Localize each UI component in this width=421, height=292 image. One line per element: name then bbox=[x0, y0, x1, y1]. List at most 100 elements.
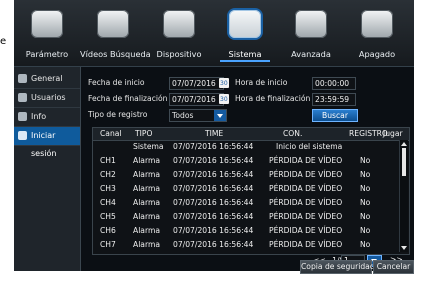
cell-time: 07/07/2016 16:56:44 bbox=[173, 170, 254, 179]
end-date-field[interactable]: 07/07/2016 bbox=[169, 93, 224, 106]
log-type-select[interactable]: Todos bbox=[169, 109, 227, 122]
cell-canal: CH7 bbox=[100, 240, 116, 249]
table-row[interactable]: CH2 Alarma 07/07/2016 16:56:44 PÉRDIDA D… bbox=[93, 168, 409, 182]
cell-tipo: Alarma bbox=[133, 184, 160, 193]
nav-dispositivo[interactable]: Dispositivo bbox=[146, 0, 212, 66]
table-row[interactable]: CH6 Alarma 07/07/2016 16:56:44 PÉRDIDA D… bbox=[93, 224, 409, 238]
cell-time: 07/07/2016 16:56:44 bbox=[173, 142, 254, 151]
cell-con: PÉRDIDA DE VÍDEO bbox=[269, 240, 343, 249]
sidebar-label-usuarios: Usuarios bbox=[31, 93, 66, 102]
table-row[interactable]: CH7 Alarma 07/07/2016 16:56:44 PÉRDIDA D… bbox=[93, 238, 409, 252]
cell-tipo: Alarma bbox=[133, 212, 160, 221]
cell-registro: No bbox=[360, 156, 371, 165]
nav-avanzada[interactable]: Avanzada bbox=[278, 0, 344, 66]
search-video-icon bbox=[97, 10, 129, 38]
dvr-app: Parámetro Vídeos Búsqueda Dispositivo Si… bbox=[14, 0, 414, 274]
cell-con: PÉRDIDA DE VÍDEO bbox=[269, 212, 343, 221]
start-calendar-icon[interactable] bbox=[219, 78, 229, 88]
table-row[interactable]: CH1 Alarma 07/07/2016 16:56:44 PÉRDIDA D… bbox=[93, 154, 409, 168]
user-icon bbox=[18, 93, 27, 102]
cell-time: 07/07/2016 16:56:44 bbox=[173, 198, 254, 207]
start-date-label: Fecha de inicio bbox=[88, 78, 145, 87]
cell-tipo: Alarma bbox=[133, 156, 160, 165]
sidebar: General Usuarios Info Iniciar sesión bbox=[14, 67, 81, 271]
cell-registro: No bbox=[360, 198, 371, 207]
sidebar-label-info: Info bbox=[31, 112, 47, 121]
end-calendar-icon[interactable] bbox=[219, 94, 229, 104]
advanced-icon bbox=[295, 10, 327, 38]
cell-time: 07/07/2016 16:56:44 bbox=[173, 156, 254, 165]
nav-label-apagado: Apagado bbox=[358, 49, 396, 59]
nav-parametro[interactable]: Parámetro bbox=[14, 0, 80, 66]
cell-registro: No bbox=[360, 170, 371, 179]
table-row[interactable]: CH5 Alarma 07/07/2016 16:56:44 PÉRDIDA D… bbox=[93, 210, 409, 224]
left-edge-text: e bbox=[0, 36, 7, 47]
cell-tipo: Sistema bbox=[133, 142, 164, 151]
cell-tipo: Alarma bbox=[133, 240, 160, 249]
cell-con: PÉRDIDA DE VÍDEO bbox=[269, 226, 343, 235]
cell-time: 07/07/2016 16:56:44 bbox=[173, 184, 254, 193]
sidebar-item-iniciar-sesion[interactable]: Iniciar sesión bbox=[14, 127, 80, 158]
start-time-field[interactable]: 00:00:00 bbox=[312, 77, 356, 90]
cell-canal: CH6 bbox=[100, 226, 116, 235]
nav-apagado[interactable]: Apagado bbox=[344, 0, 410, 66]
top-navigation: Parámetro Vídeos Búsqueda Dispositivo Si… bbox=[14, 0, 414, 67]
cell-registro: No bbox=[360, 226, 371, 235]
nav-label-avanzada: Avanzada bbox=[291, 49, 331, 59]
search-button[interactable]: Buscar bbox=[312, 109, 358, 122]
log-table: Canal TIPO TIME CON. REGISTRO Jugar Sist… bbox=[92, 127, 410, 255]
col-con: CON. bbox=[283, 129, 303, 138]
scroll-thumb[interactable] bbox=[402, 148, 406, 176]
log-type-value: Todos bbox=[172, 111, 194, 120]
sidebar-item-general[interactable]: General bbox=[14, 70, 80, 89]
nav-label-sistema: Sistema bbox=[228, 49, 262, 59]
nav-label-parametro: Parámetro bbox=[25, 49, 69, 59]
col-time: TIME bbox=[205, 129, 224, 138]
cell-con: Inicio del sistema bbox=[276, 142, 343, 151]
backup-button[interactable]: Copia de seguridad bbox=[300, 260, 375, 274]
chevron-down-icon bbox=[214, 110, 226, 121]
cell-canal: CH1 bbox=[100, 156, 116, 165]
sidebar-label-iniciar-sesion: Iniciar sesión bbox=[31, 131, 57, 158]
nav-label-dispositivo: Dispositivo bbox=[156, 49, 202, 59]
sidebar-item-usuarios[interactable]: Usuarios bbox=[14, 89, 80, 108]
cell-tipo: Alarma bbox=[133, 170, 160, 179]
nav-videos-busqueda[interactable]: Vídeos Búsqueda bbox=[80, 0, 151, 66]
scroll-down-arrow-icon[interactable] bbox=[401, 246, 407, 250]
device-icon bbox=[163, 10, 195, 38]
cell-con: PÉRDIDA DE VÍDEO bbox=[269, 198, 343, 207]
end-time-field[interactable]: 23:59:59 bbox=[312, 93, 356, 106]
cell-con: PÉRDIDA DE VÍDEO bbox=[269, 170, 343, 179]
cell-time: 07/07/2016 16:56:44 bbox=[173, 240, 254, 249]
table-scrollbar[interactable] bbox=[399, 140, 408, 252]
cell-canal: CH3 bbox=[100, 184, 116, 193]
log-type-label: Tipo de registro bbox=[88, 110, 148, 119]
cell-canal: CH2 bbox=[100, 170, 116, 179]
cell-tipo: Alarma bbox=[133, 198, 160, 207]
system-info-icon bbox=[229, 10, 261, 38]
cancel-button[interactable]: Cancelar bbox=[373, 260, 414, 274]
table-row[interactable]: CH3 Alarma 07/07/2016 16:56:44 PÉRDIDA D… bbox=[93, 182, 409, 196]
gear-icon bbox=[31, 10, 63, 38]
sidebar-item-info[interactable]: Info bbox=[14, 108, 80, 127]
cell-registro: No bbox=[360, 240, 371, 249]
nav-label-videos-busqueda: Vídeos Búsqueda bbox=[80, 49, 151, 59]
end-date-label: Fecha de finalización bbox=[88, 94, 168, 103]
start-time-label: Hora de inicio bbox=[235, 78, 288, 87]
cell-time: 07/07/2016 16:56:44 bbox=[173, 212, 254, 221]
power-icon bbox=[361, 10, 393, 38]
nav-sistema[interactable]: Sistema bbox=[212, 0, 278, 66]
col-jugar: Jugar bbox=[383, 129, 403, 138]
table-row[interactable]: CH4 Alarma 07/07/2016 16:56:44 PÉRDIDA D… bbox=[93, 196, 409, 210]
log-icon bbox=[18, 131, 27, 140]
cell-canal: CH5 bbox=[100, 212, 116, 221]
nav-active-underline bbox=[220, 60, 270, 62]
sidebar-label-general: General bbox=[31, 74, 63, 83]
end-time-label: Hora de finalización bbox=[235, 94, 311, 103]
cell-registro: No bbox=[360, 184, 371, 193]
gear-small-icon bbox=[18, 74, 27, 83]
scroll-up-arrow-icon[interactable] bbox=[401, 142, 407, 146]
start-date-field[interactable]: 07/07/2016 bbox=[169, 77, 224, 90]
cell-tipo: Alarma bbox=[133, 226, 160, 235]
table-row[interactable]: Sistema 07/07/2016 16:56:44 Inicio del s… bbox=[93, 140, 409, 154]
